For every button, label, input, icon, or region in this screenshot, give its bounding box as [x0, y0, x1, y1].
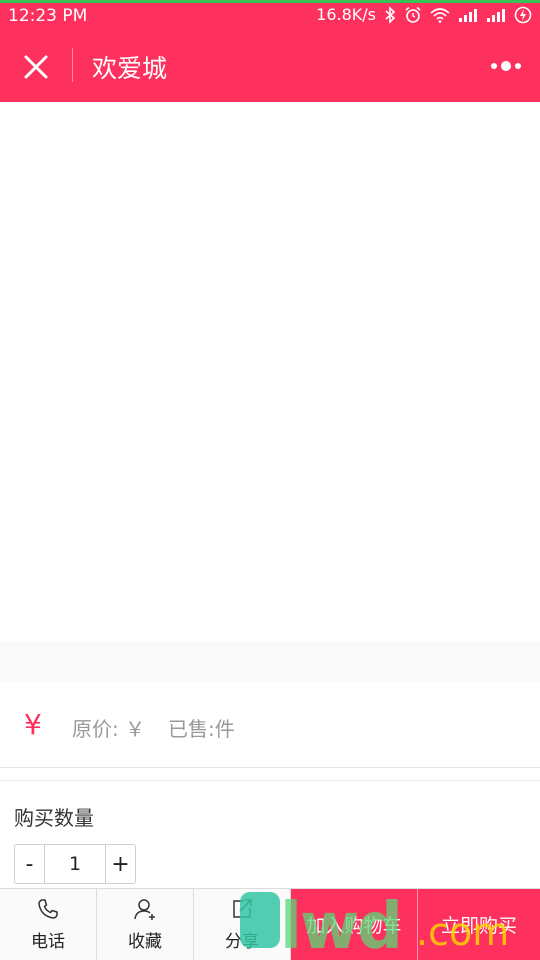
- header-divider: [72, 48, 73, 82]
- status-bar: 12:23 PM 16.8K/s: [0, 0, 540, 32]
- signal-icon: [486, 8, 506, 22]
- add-to-cart-button[interactable]: 加入购物车: [291, 889, 418, 960]
- bluetooth-icon: [384, 5, 396, 24]
- quantity-label: 购买数量: [14, 806, 94, 830]
- price-symbol: ¥: [24, 708, 42, 741]
- phone-button[interactable]: 电话: [0, 889, 97, 960]
- header-bar: 欢爱城: [0, 32, 540, 102]
- original-price: 原价: ￥: [72, 717, 146, 741]
- decrease-button[interactable]: -: [15, 845, 45, 883]
- more-icon: [491, 63, 497, 69]
- bottom-action-bar: 电话 收藏 分享 加入购物车 立即购买: [0, 888, 540, 960]
- increase-button[interactable]: +: [105, 845, 135, 883]
- quantity-input[interactable]: 1: [45, 845, 105, 883]
- more-button[interactable]: [482, 52, 530, 80]
- alarm-icon: [404, 6, 422, 24]
- signal-icon: [458, 8, 478, 22]
- user-add-icon: [134, 899, 155, 920]
- price-row: ¥ 原价: ￥ 已售:件: [0, 682, 540, 768]
- page-title: 欢爱城: [92, 54, 168, 83]
- buy-now-button[interactable]: 立即购买: [418, 889, 540, 960]
- sold-count: 已售:件: [168, 717, 235, 741]
- status-accent-line: [0, 0, 540, 3]
- network-speed: 16.8K/s: [316, 5, 376, 24]
- favorite-button[interactable]: 收藏: [97, 889, 194, 960]
- wifi-icon: [430, 7, 450, 23]
- close-icon: [24, 55, 48, 79]
- phone-label: 电话: [31, 932, 65, 952]
- share-button[interactable]: 分享: [194, 889, 291, 960]
- phone-icon: [38, 899, 58, 919]
- favorite-label: 收藏: [128, 932, 162, 952]
- image-indicator-strip: [0, 642, 540, 682]
- status-icons: 16.8K/s: [316, 5, 532, 24]
- status-time: 12:23 PM: [8, 6, 88, 26]
- close-button[interactable]: [16, 47, 56, 87]
- section-divider: [0, 780, 540, 781]
- share-icon: [233, 899, 252, 918]
- quantity-stepper: - 1 +: [14, 844, 136, 884]
- battery-charging-icon: [514, 6, 532, 24]
- product-image[interactable]: [0, 102, 540, 642]
- share-label: 分享: [225, 932, 259, 952]
